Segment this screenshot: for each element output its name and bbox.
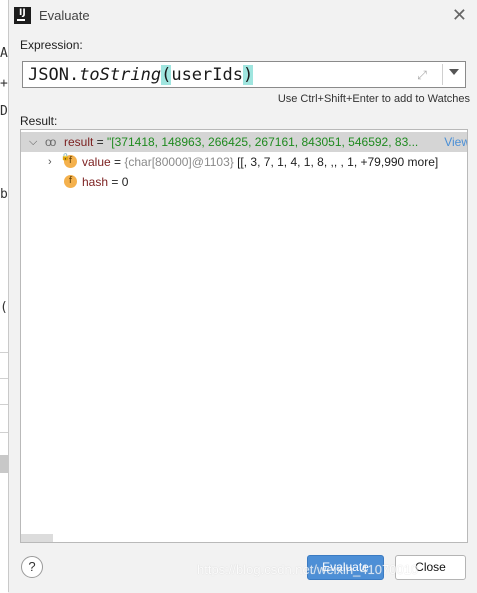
- intellij-app-icon: IJ: [14, 7, 31, 24]
- result-name: result: [64, 135, 94, 149]
- hash-value: 0: [121, 175, 129, 189]
- dropdown-divider: [442, 64, 443, 85]
- view-link[interactable]: View: [444, 132, 467, 152]
- help-button[interactable]: ?: [21, 556, 43, 578]
- tree-row-value[interactable]: › f 🔒 value = {char[80000]@1103} [[, 3, 7…: [21, 152, 467, 172]
- background-divider: [0, 432, 8, 433]
- hash-name: hash: [82, 175, 109, 189]
- hash-eq: =: [108, 175, 122, 189]
- field-icon: f: [64, 175, 77, 188]
- expression-method: toString: [79, 65, 162, 85]
- watches-hint: Use Ctrl+Shift+Enter to add to Watches: [277, 93, 470, 105]
- background-block: [0, 455, 8, 473]
- result-tree[interactable]: ⌵ oo result = "[371418, 148963, 266425, …: [20, 129, 468, 543]
- tree-row-result[interactable]: ⌵ oo result = "[371418, 148963, 266425, …: [21, 132, 467, 152]
- result-label: Result:: [20, 114, 58, 128]
- expression-text[interactable]: JSON.toString(userIds): [28, 65, 254, 85]
- watch-glasses-icon: oo: [45, 135, 56, 149]
- background-glyph: b: [0, 187, 8, 202]
- field-icon: f 🔒: [61, 153, 77, 168]
- result-value: "[371418, 148963, 266425, 267161, 843051…: [107, 135, 419, 149]
- background-glyph: A: [0, 46, 8, 61]
- expand-icon[interactable]: ⤢: [415, 68, 429, 82]
- expression-label: Expression:: [20, 38, 83, 52]
- expression-input[interactable]: JSON.toString(userIds) ⤢: [22, 61, 466, 88]
- background-divider: [0, 404, 8, 405]
- background-divider: [0, 378, 8, 379]
- value-name: value: [82, 155, 111, 169]
- expression-argument: userIds: [171, 65, 243, 85]
- value-eq: =: [110, 155, 125, 169]
- expand-chevron-icon[interactable]: ›: [48, 152, 60, 172]
- close-button[interactable]: Close: [395, 555, 466, 580]
- close-icon[interactable]: ✕: [452, 5, 467, 26]
- background-glyph: (: [0, 300, 8, 315]
- expression-part: JSON.: [28, 65, 80, 85]
- window-title: Evaluate: [39, 8, 90, 23]
- background-glyph: +: [0, 76, 8, 91]
- background-divider: [0, 352, 8, 353]
- result-eq: =: [93, 135, 108, 149]
- tree-row-hash[interactable]: f hash = 0: [21, 172, 467, 192]
- value-type: {char[80000]@1103}: [124, 155, 234, 169]
- value-content: [[, 3, 7, 1, 4, 1, 8, ,, , 1, +79,990 mo…: [233, 155, 439, 169]
- expression-paren-open: (: [161, 65, 172, 85]
- title-bar[interactable]: IJ Evaluate ✕: [9, 0, 477, 32]
- history-dropdown-icon[interactable]: [449, 69, 459, 75]
- background-glyph: D: [0, 104, 8, 119]
- expression-paren-close: ): [242, 65, 254, 85]
- evaluate-button[interactable]: Evaluate: [307, 555, 384, 580]
- collapse-chevron-icon[interactable]: ⌵: [29, 132, 41, 152]
- evaluate-dialog: IJ Evaluate ✕ Expression: JSON.toString(…: [8, 0, 477, 592]
- horizontal-scrollbar[interactable]: [21, 534, 53, 542]
